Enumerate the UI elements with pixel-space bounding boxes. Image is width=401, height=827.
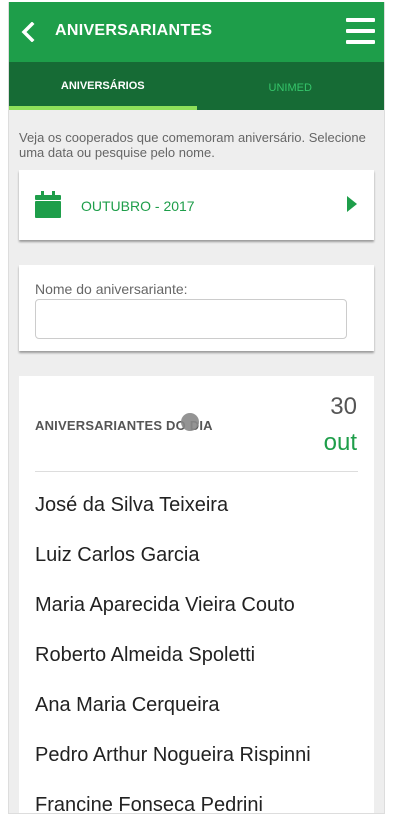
tab-aniversarios[interactable]: ANIVERSÁRIOS [9, 62, 197, 110]
search-input[interactable] [35, 299, 347, 339]
day-number: 30 [330, 393, 357, 420]
app-frame: ANIVERSARIANTES ANIVERSÁRIOS UNIMED Veja… [8, 2, 385, 814]
list-item[interactable]: Ana Maria Cerqueira [35, 680, 365, 730]
loading-indicator [181, 413, 199, 431]
month-abbreviation: out [323, 429, 357, 456]
list-item[interactable]: Luiz Carlos Garcia [35, 530, 365, 580]
date-selector[interactable]: OUTUBRO - 2017 [19, 170, 374, 240]
back-button[interactable] [17, 18, 39, 46]
list-item[interactable]: Maria Aparecida Vieira Couto [35, 580, 365, 630]
chevron-left-icon [21, 22, 35, 42]
birthday-list: José da Silva Teixeira Luiz Carlos Garci… [35, 480, 365, 813]
list-item[interactable]: Roberto Almeida Spoletti [35, 630, 365, 680]
page-title: ANIVERSARIANTES [55, 22, 213, 39]
search-label: Nome do aniversariante: [35, 281, 188, 297]
search-card: Nome do aniversariante: [19, 265, 374, 351]
caret-right-icon[interactable] [347, 196, 357, 212]
intro-text: Veja os cooperados que comemoram anivers… [19, 130, 366, 160]
list-item[interactable]: José da Silva Teixeira [35, 480, 365, 530]
tab-unimed[interactable]: UNIMED [197, 62, 385, 110]
calendar-icon [35, 191, 61, 218]
app-bar: ANIVERSARIANTES [9, 2, 384, 62]
divider [35, 471, 358, 472]
selected-month-label: OUTUBRO - 2017 [81, 198, 195, 214]
birthday-list-card: ANIVERSARIANTES DO DIA 30 out José da Si… [19, 376, 374, 813]
tab-bar: ANIVERSÁRIOS UNIMED [9, 62, 384, 110]
hamburger-menu-icon [346, 18, 375, 22]
menu-button[interactable] [346, 18, 375, 44]
list-item[interactable]: Francine Fonseca Pedrini [35, 780, 365, 813]
list-item[interactable]: Pedro Arthur Nogueira Rispinni [35, 730, 365, 780]
